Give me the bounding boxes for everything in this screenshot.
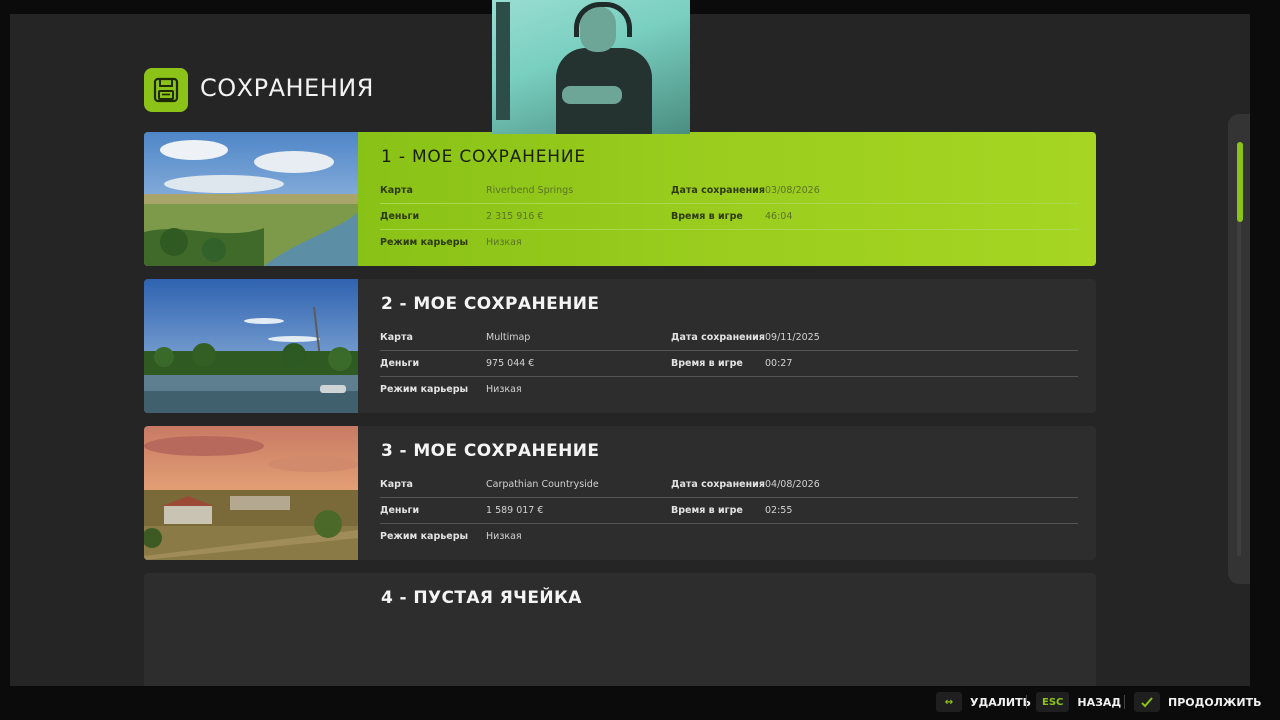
money-label: Деньги [380,358,420,369]
play-time-value: 00:27 [765,358,793,369]
save-thumbnail [144,426,358,560]
save-date-value: 09/11/2025 [765,332,820,343]
save-date-label: Дата сохранения [671,332,765,343]
save-date-value: 04/08/2026 [765,479,820,490]
save-thumbnail [144,132,358,266]
map-label: Карта [380,185,413,196]
page-title: СОХРАНЕНИЯ [200,74,374,102]
play-time-label: Время в игре [671,358,743,369]
save-title: 3 - МОЕ СОХРАНЕНИЕ [381,441,600,461]
save-slot-list: 1 - МОЕ СОХРАНЕНИЕ Карта Riverbend Sprin… [144,132,1096,686]
money-value: 2 315 916 € [486,211,544,222]
career-mode-value: Низкая [486,237,522,248]
back-button[interactable]: ESC НАЗАД [1036,690,1121,714]
play-time-value: 46:04 [765,211,793,222]
career-mode-label: Режим карьеры [380,531,469,542]
delete-label: УДАЛИТЬ [970,695,1032,709]
map-label: Карта [380,332,413,343]
money-label: Деньги [380,211,420,222]
career-mode-label: Режим карьеры [380,237,469,248]
career-mode-value: Низкая [486,384,522,395]
money-value: 975 044 € [486,358,535,369]
footer-hints: ↔ УДАЛИТЬ ESC НАЗАД ПРОДОЛЖИТЬ [0,686,1280,720]
continue-button[interactable]: ПРОДОЛЖИТЬ [1134,690,1261,714]
save-date-label: Дата сохранения [671,479,765,490]
save-details: Карта Riverbend Springs Дата сохранения … [380,178,1078,256]
map-label: Карта [380,479,413,490]
map-value: Carpathian Countryside [486,479,599,490]
save-details: Карта Carpathian Countryside Дата сохран… [380,472,1078,550]
save-slot-2[interactable]: 2 - МОЕ СОХРАНЕНИЕ Карта Multimap Дата с… [144,279,1096,413]
back-label: НАЗАД [1077,695,1122,709]
save-details: Карта Multimap Дата сохранения 09/11/202… [380,325,1078,403]
map-value: Multimap [486,332,531,343]
money-value: 1 589 017 € [486,505,544,516]
play-time-label: Время в игре [671,211,743,222]
save-title: 1 - МОЕ СОХРАНЕНИЕ [381,147,586,167]
continue-label: ПРОДОЛЖИТЬ [1168,695,1262,709]
save-slot-1[interactable]: 1 - МОЕ СОХРАНЕНИЕ Карта Riverbend Sprin… [144,132,1096,266]
save-title: 2 - МОЕ СОХРАНЕНИЕ [381,294,600,314]
map-value: Riverbend Springs [486,185,574,196]
play-time-value: 02:55 [765,505,793,516]
save-slot-3[interactable]: 3 - МОЕ СОХРАНЕНИЕ Карта Carpathian Coun… [144,426,1096,560]
money-label: Деньги [380,505,420,516]
career-mode-label: Режим карьеры [380,384,469,395]
floppy-disk-icon [144,68,188,112]
save-date-label: Дата сохранения [671,185,765,196]
confirm-icon [1134,692,1160,712]
career-mode-value: Низкая [486,531,522,542]
delete-button[interactable]: ↔ УДАЛИТЬ [936,690,1031,714]
save-thumbnail [144,279,358,413]
esc-key: ESC [1036,692,1070,712]
save-slot-4-empty[interactable]: 4 - ПУСТАЯ ЯЧЕЙКА [144,573,1096,686]
play-time-label: Время в игре [671,505,743,516]
scroll-thumb[interactable] [1237,142,1243,222]
webcam-overlay [492,0,690,134]
save-title: 4 - ПУСТАЯ ЯЧЕЙКА [381,588,582,608]
double-arrow-icon: ↔ [936,692,962,712]
save-date-value: 03/08/2026 [765,185,820,196]
